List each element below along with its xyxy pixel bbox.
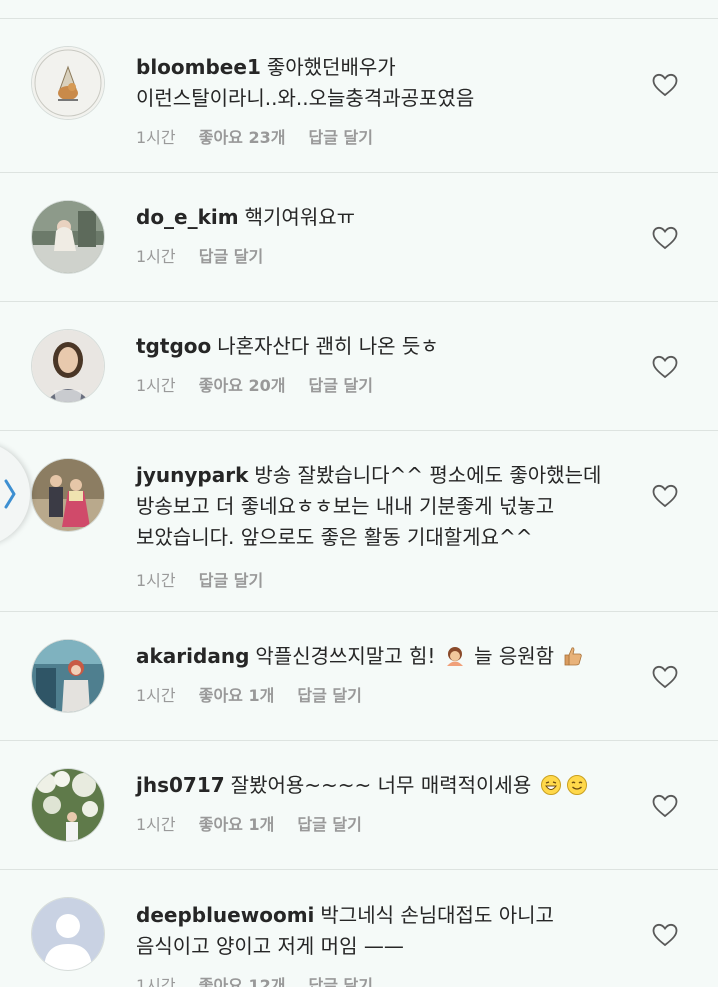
timestamp: 1시간 [136, 247, 176, 266]
comment-item: do_e_kim 핵기여워요ㅠ 1시간 답글 달기 [0, 173, 718, 302]
reply-button[interactable]: 답글 달기 [199, 247, 263, 266]
reply-button[interactable]: 답글 달기 [309, 376, 373, 395]
duck-avatar-icon [32, 47, 104, 119]
smiling-emoji-icon [566, 775, 587, 795]
comment-text: 핵기여워요ㅠ [244, 205, 356, 229]
likes-count[interactable]: 좋아요 20개 [199, 376, 286, 395]
reply-button[interactable]: 답글 달기 [297, 686, 361, 705]
avatar[interactable] [32, 769, 104, 841]
timestamp: 1시간 [136, 376, 176, 395]
username[interactable]: jhs0717 [136, 773, 225, 797]
comment-item: akaridang 악플신경쓰지말고 힘! 늘 응원함 1시간 좋아요 1개 답글… [0, 612, 718, 741]
heart-outline-icon[interactable] [652, 923, 678, 947]
avatar[interactable] [32, 330, 104, 402]
avatar[interactable] [32, 47, 104, 119]
comment-text: 박그네식 손님대접도 아니고 [320, 903, 554, 927]
heart-outline-icon[interactable] [652, 794, 678, 818]
avatar[interactable] [32, 898, 104, 970]
comment-text: 나혼자산다 괜히 나온 듯ㅎ [217, 334, 439, 358]
comments-screen: bloombee1 좋아했던배우가 이런스탈이라니..와..오늘충격과공포였음 1… [0, 0, 718, 987]
comment-text: 늘 응원함 [474, 644, 555, 668]
avatar[interactable] [32, 201, 104, 273]
reply-button[interactable]: 답글 달기 [309, 128, 373, 147]
avatar[interactable] [32, 640, 104, 712]
comment-text: 악플신경쓰지말고 힘! [255, 644, 436, 668]
photo-avatar-icon [32, 640, 104, 712]
photo-avatar-icon [32, 769, 104, 841]
comment-text: 방송 잘봤습니다^^ 평소에도 좋아했는데 [254, 463, 602, 487]
comment-text: 잘봤어용~~~~ 너무 매력적이세용 [230, 773, 532, 797]
timestamp: 1시간 [136, 686, 176, 705]
likes-count[interactable]: 좋아요 1개 [199, 815, 275, 834]
likes-count[interactable]: 좋아요 12개 [199, 976, 286, 987]
timestamp: 1시간 [136, 571, 176, 590]
photo-avatar-icon [32, 330, 104, 402]
heart-outline-icon[interactable] [652, 226, 678, 250]
heart-outline-icon[interactable] [652, 355, 678, 379]
likes-count[interactable]: 좋아요 23개 [199, 128, 286, 147]
heart-outline-icon[interactable] [652, 73, 678, 97]
photo-avatar-icon [32, 201, 104, 273]
comment-text: 방송보고 더 좋네요ㅎㅎ보는 내내 기분좋게 넋놓고 [136, 494, 555, 518]
comment-item: bloombee1 좋아했던배우가 이런스탈이라니..와..오늘충격과공포였음 1… [0, 19, 718, 173]
reply-button[interactable]: 답글 달기 [297, 815, 361, 834]
comment-text: 음식이고 양이고 저게 머임 —— [136, 934, 404, 958]
heart-outline-icon[interactable] [652, 665, 678, 689]
avatar[interactable] [32, 459, 104, 531]
timestamp: 1시간 [136, 815, 176, 834]
timestamp: 1시간 [136, 128, 176, 147]
reply-button[interactable]: 답글 달기 [309, 976, 373, 987]
laughing-emoji-icon [540, 775, 561, 795]
person-bowing-emoji-icon [446, 647, 463, 666]
photo-avatar-icon [32, 459, 104, 531]
reply-button[interactable]: 답글 달기 [199, 571, 263, 590]
comment-item: tgtgoo 나혼자산다 괜히 나온 듯ㅎ 1시간 좋아요 20개 답글 달기 [0, 302, 718, 431]
username[interactable]: do_e_kim [136, 205, 239, 229]
thumbs-up-emoji-icon [565, 647, 583, 666]
heart-outline-icon[interactable] [652, 484, 678, 508]
username[interactable]: akaridang [136, 644, 249, 668]
comment-item: jhs0717 잘봤어용~~~~ 너무 매력적이세용 1시간 좋아요 1개 답글 … [0, 741, 718, 870]
username[interactable]: jyunypark [136, 463, 248, 487]
likes-count[interactable]: 좋아요 1개 [199, 686, 275, 705]
comment-item: jyunypark 방송 잘봤습니다^^ 평소에도 좋아했는데 방송보고 더 좋네… [0, 431, 718, 612]
chevron-right-icon [4, 479, 16, 509]
default-user-avatar-icon [32, 898, 104, 970]
username[interactable]: tgtgoo [136, 334, 211, 358]
comment-text: 보았습니다. 앞으로도 좋은 활동 기대할게요^^ [136, 525, 533, 549]
comment-item: deepbluewoomi 박그네식 손님대접도 아니고 음식이고 양이고 저게 … [0, 870, 718, 987]
username[interactable]: deepbluewoomi [136, 903, 314, 927]
username[interactable]: bloombee1 [136, 55, 261, 79]
comment-text: 좋아했던배우가 [266, 55, 396, 79]
timestamp: 1시간 [136, 976, 176, 987]
comment-text: 이런스탈이라니..와..오늘충격과공포였음 [136, 86, 475, 110]
